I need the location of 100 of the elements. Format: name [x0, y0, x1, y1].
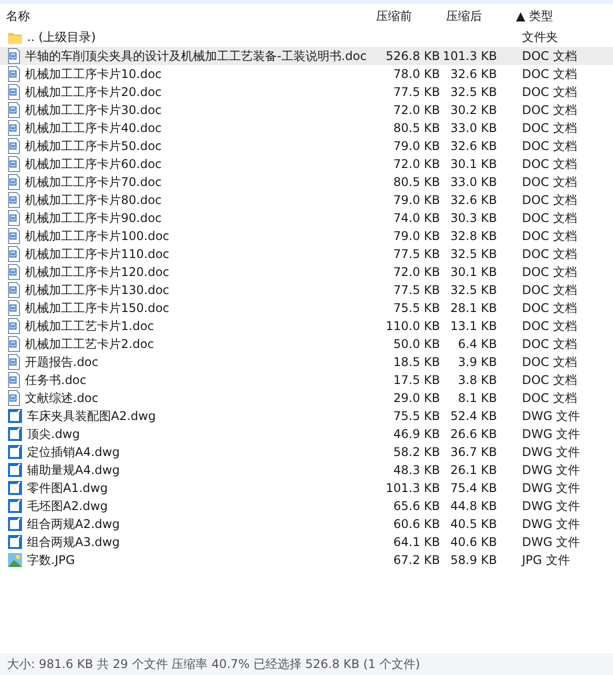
file-name: 开题报告.doc: [25, 354, 98, 370]
file-name: 机械加工工序卡片110.doc: [25, 246, 170, 262]
file-row[interactable]: 机械加工工序卡片10.doc 78.0 KB 32.6 KB DOC 文档: [0, 65, 613, 83]
compressed-size: 3.8 KB: [458, 373, 497, 387]
original-size: 48.3 KB: [393, 463, 440, 477]
file-name: 辅助量规A4.dwg: [27, 462, 120, 478]
file-row[interactable]: 机械加工工序卡片150.doc 75.5 KB 28.1 KB DOC 文档: [0, 299, 613, 317]
compressed-size: 8.1 KB: [458, 391, 497, 405]
file-row[interactable]: 任务书.doc 17.5 KB 3.8 KB DOC 文档: [0, 371, 613, 389]
original-size: 18.5 KB: [393, 355, 440, 369]
compressed-size: 30.1 KB: [450, 265, 497, 279]
file-type: DOC 文档: [522, 120, 577, 134]
original-size: 60.6 KB: [393, 517, 440, 531]
document-icon: [7, 300, 21, 316]
file-name: 组合两规A2.dwg: [27, 516, 120, 532]
column-header[interactable]: 压缩前: [376, 8, 446, 24]
original-size: 78.0 KB: [393, 67, 440, 81]
file-row[interactable]: .. (上级目录) 文件夹: [0, 28, 613, 47]
file-row[interactable]: 机械加工工序卡片40.doc 80.5 KB 33.0 KB DOC 文档: [0, 119, 613, 137]
status-bar: 大小: 981.6 KB 共 29 个文件 压缩率 40.7% 已经选择 526.8 KB (1 个文件): [0, 653, 613, 675]
document-icon: [7, 390, 21, 406]
original-size: 67.2 KB: [393, 553, 440, 567]
file-row[interactable]: 机械加工工艺卡片1.doc 110.0 KB 13.1 KB DOC 文档: [0, 317, 613, 335]
original-size: 75.5 KB: [393, 409, 440, 423]
file-row[interactable]: 毛坯图A2.dwg 65.6 KB 44.8 KB DWG 文件: [0, 497, 613, 515]
file-name: 机械加工工序卡片50.doc: [25, 138, 162, 154]
file-type: DOC 文档: [522, 390, 577, 404]
drawing-file-icon: [7, 498, 23, 514]
file-type: DOC 文档: [522, 264, 577, 278]
original-size: 72.0 KB: [393, 157, 440, 171]
original-size: 17.5 KB: [393, 373, 440, 387]
file-row[interactable]: 机械加工工序卡片130.doc 77.5 KB 32.5 KB DOC 文档: [0, 281, 613, 299]
original-size: 79.0 KB: [393, 139, 440, 153]
file-name: 半轴的车削顶尖夹具的设计及机械加工工艺装备-工装说明书.doc: [25, 48, 367, 64]
file-row[interactable]: 机械加工工序卡片60.doc 72.0 KB 30.1 KB DOC 文档: [0, 155, 613, 173]
drawing-file-icon: [7, 462, 23, 478]
original-size: 64.1 KB: [393, 535, 440, 549]
original-size: 46.9 KB: [393, 427, 440, 441]
compressed-size: 28.1 KB: [450, 301, 497, 315]
file-row[interactable]: 机械加工工序卡片120.doc 72.0 KB 30.1 KB DOC 文档: [0, 263, 613, 281]
compressed-size: 6.4 KB: [458, 337, 497, 351]
file-name: 车床夹具装配图A2.dwg: [27, 408, 156, 424]
file-name: 机械加工工艺卡片1.doc: [25, 318, 154, 334]
file-name: 机械加工工序卡片40.doc: [25, 120, 162, 136]
file-row[interactable]: 半轴的车削顶尖夹具的设计及机械加工工艺装备-工装说明书.doc 526.8 KB 101.3 KB DOC 文档: [0, 47, 613, 65]
drawing-file-icon: [7, 408, 23, 424]
document-icon: [7, 138, 21, 154]
file-row[interactable]: 组合两规A3.dwg 64.1 KB 40.6 KB DWG 文件: [0, 533, 613, 551]
file-type: DOC 文档: [522, 156, 577, 170]
file-row[interactable]: 机械加工工序卡片90.doc 74.0 KB 30.3 KB DOC 文档: [0, 209, 613, 227]
document-icon: [7, 210, 21, 226]
file-row[interactable]: 机械加工工序卡片20.doc 77.5 KB 32.5 KB DOC 文档: [0, 83, 613, 101]
file-name: 机械加工工序卡片80.doc: [25, 192, 162, 208]
file-row[interactable]: 车床夹具装配图A2.dwg 75.5 KB 52.4 KB DWG 文件: [0, 407, 613, 425]
compressed-size: 32.8 KB: [450, 229, 497, 243]
file-name: 定位插销A4.dwg: [27, 444, 120, 460]
column-header[interactable]: 名称: [0, 8, 376, 24]
column-header[interactable]: ▲ 类型: [516, 8, 613, 24]
file-name: 组合两规A3.dwg: [27, 534, 120, 550]
document-icon: [7, 192, 21, 208]
document-icon: [7, 66, 21, 82]
file-type: DWG 文件: [522, 408, 580, 422]
image-file-icon: [7, 552, 23, 568]
original-size: 80.5 KB: [393, 175, 440, 189]
compressed-size: 32.6 KB: [450, 139, 497, 153]
file-name: 机械加工工序卡片30.doc: [25, 102, 162, 118]
file-row[interactable]: 机械加工工序卡片30.doc 72.0 KB 30.2 KB DOC 文档: [0, 101, 613, 119]
document-icon: [7, 174, 21, 190]
compressed-size: 13.1 KB: [450, 319, 497, 333]
original-size: 77.5 KB: [393, 247, 440, 261]
file-row[interactable]: 机械加工工序卡片70.doc 80.5 KB 33.0 KB DOC 文档: [0, 173, 613, 191]
file-row[interactable]: 机械加工工艺卡片2.doc 50.0 KB 6.4 KB DOC 文档: [0, 335, 613, 353]
file-row[interactable]: 组合两规A2.dwg 60.6 KB 40.5 KB DWG 文件: [0, 515, 613, 533]
file-type: DOC 文档: [522, 84, 577, 98]
file-row[interactable]: 机械加工工序卡片50.doc 79.0 KB 32.6 KB DOC 文档: [0, 137, 613, 155]
column-header[interactable]: 压缩后: [446, 8, 516, 24]
file-row[interactable]: 顶尖.dwg 46.9 KB 26.6 KB DWG 文件: [0, 425, 613, 443]
original-size: 77.5 KB: [393, 283, 440, 297]
file-row[interactable]: 文献综述.doc 29.0 KB 8.1 KB DOC 文档: [0, 389, 613, 407]
file-row[interactable]: 定位插销A4.dwg 58.2 KB 36.7 KB DWG 文件: [0, 443, 613, 461]
file-row[interactable]: 零件图A1.dwg 101.3 KB 75.4 KB DWG 文件: [0, 479, 613, 497]
compressed-size: 36.7 KB: [450, 445, 497, 459]
file-type: DOC 文档: [522, 300, 577, 314]
file-row[interactable]: 机械加工工序卡片100.doc 79.0 KB 32.8 KB DOC 文档: [0, 227, 613, 245]
document-icon: [7, 282, 21, 298]
file-name: 机械加工工序卡片120.doc: [25, 264, 170, 280]
file-type: DOC 文档: [522, 102, 577, 116]
file-row[interactable]: 辅助量规A4.dwg 48.3 KB 26.1 KB DWG 文件: [0, 461, 613, 479]
file-type: DOC 文档: [522, 282, 577, 296]
document-icon: [7, 120, 21, 136]
document-icon: [7, 102, 21, 118]
file-row[interactable]: 机械加工工序卡片110.doc 77.5 KB 32.5 KB DOC 文档: [0, 245, 613, 263]
document-icon: [7, 84, 21, 100]
document-icon: [7, 372, 21, 388]
file-type: DWG 文件: [522, 444, 580, 458]
file-row[interactable]: 机械加工工序卡片80.doc 79.0 KB 32.6 KB DOC 文档: [0, 191, 613, 209]
original-size: 79.0 KB: [393, 193, 440, 207]
file-row[interactable]: 开题报告.doc 18.5 KB 3.9 KB DOC 文档: [0, 353, 613, 371]
file-name: 机械加工工艺卡片2.doc: [25, 336, 154, 352]
file-row[interactable]: 字数.JPG 67.2 KB 58.9 KB JPG 文件: [0, 551, 613, 569]
